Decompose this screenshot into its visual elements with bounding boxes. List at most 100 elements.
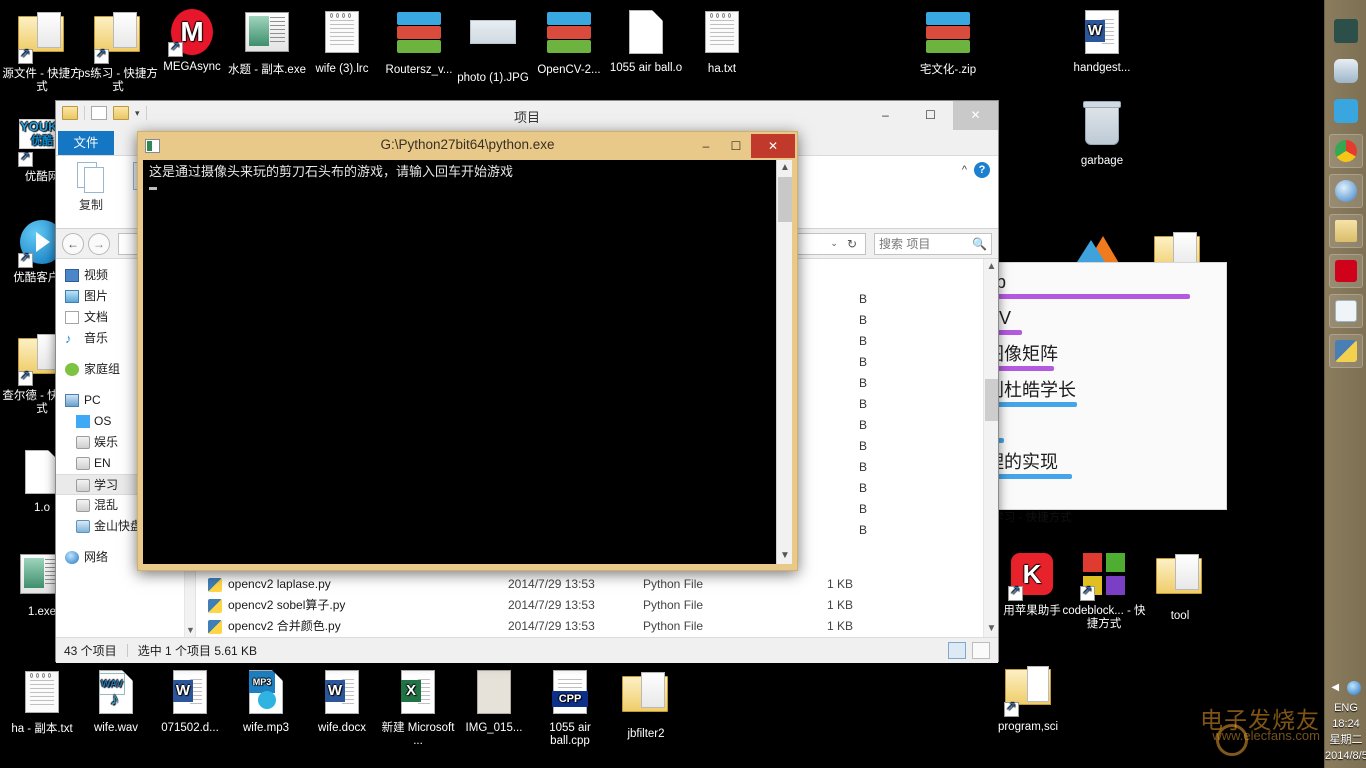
close-button[interactable]: ✕	[751, 134, 795, 158]
file-name-text: opencv2 合并颜色.py	[228, 616, 341, 637]
table-row[interactable]: opencv2 sobel算子.py 2014/7/29 13:53 Pytho…	[196, 595, 998, 616]
forward-button[interactable]: →	[88, 233, 110, 255]
console-title-bar[interactable]: G:\Python27bit64\python.exe – ☐ ✕	[138, 132, 797, 160]
obscured-size-column: BBBBBBBBBBBB	[859, 289, 867, 541]
desktop-icon-label: wife (3).lrc	[300, 63, 384, 76]
sidebar-item-label: 文档	[84, 310, 108, 324]
note-window[interactable]: ab CV 图像矩阵 刘杜皓学长 ] 理的实现	[977, 262, 1227, 510]
console-window-buttons[interactable]: – ☐ ✕	[691, 134, 795, 158]
desktop-icon[interactable]: Routersz_v...	[377, 8, 461, 77]
console-window[interactable]: G:\Python27bit64\python.exe – ☐ ✕ 这是通过摄像…	[137, 131, 798, 571]
desktop-icon[interactable]: jbfilter2	[604, 668, 688, 741]
folder-shortcut-icon	[94, 16, 142, 64]
clock-date[interactable]: 2014/8/5	[1325, 748, 1366, 764]
contacts-icon[interactable]	[1329, 94, 1363, 128]
chrome-icon[interactable]	[1329, 134, 1363, 168]
acrobat-reader-icon[interactable]	[1329, 254, 1363, 288]
divider	[127, 644, 128, 657]
desktop-icon[interactable]: ha.txt	[680, 8, 764, 76]
tray-icons[interactable]: ◀	[1325, 679, 1366, 697]
large-icons-view-icon[interactable]	[972, 642, 990, 659]
minimize-button[interactable]: –	[691, 134, 721, 158]
chevron-down-icon[interactable]: ⌄	[825, 238, 843, 249]
file-type-cell: Python File	[643, 595, 773, 616]
desktop-icon-label: Routersz_v...	[377, 64, 461, 77]
desktop-icon[interactable]: garbage	[1060, 100, 1144, 168]
status-bar: 43 个项目 选中 1 个项目 5.61 KB	[56, 637, 998, 663]
mouse-tool-icon[interactable]	[1329, 54, 1363, 88]
scrollbar-thumb[interactable]	[985, 379, 998, 421]
blank-file-icon	[622, 10, 670, 58]
clock-time[interactable]: 18:24	[1325, 716, 1366, 732]
taskbar[interactable]: ◀ ENG 18:24 星期二 2014/8/5	[1324, 0, 1366, 768]
desktop-icon[interactable]: MP3 wife.mp3	[224, 668, 308, 735]
console-scrollbar[interactable]: ▲ ▼	[776, 160, 792, 564]
minimize-button[interactable]: –	[863, 101, 908, 130]
tab-file[interactable]: 文件	[58, 131, 114, 155]
help-icon[interactable]: ?	[974, 162, 990, 178]
console-content[interactable]: 这是通过摄像头来玩的剪刀石头布的游戏，请输入回车开始游戏 ▲ ▼	[143, 160, 792, 564]
copy-button[interactable]: 复制	[64, 160, 118, 213]
scroll-down-icon[interactable]: ▼	[985, 621, 998, 637]
desktop-icon[interactable]: ha - 副本.txt	[0, 668, 84, 736]
clock-weekday[interactable]: 星期二	[1325, 732, 1366, 748]
desktop-icon-label: ha - 副本.txt	[0, 723, 84, 736]
text-tool-icon[interactable]	[1329, 14, 1363, 48]
close-button[interactable]: ✕	[953, 101, 998, 130]
screen: 源文件 - 快捷方式 ps练习 - 快捷方式 M MEGAsync 水题 - 副…	[0, 0, 1366, 768]
view-mode-buttons[interactable]	[948, 642, 990, 659]
desktop-icon-label: ps练习 - 快捷方式	[76, 68, 160, 94]
desktop-icon-label: MEGAsync	[150, 61, 234, 74]
desktop-icon[interactable]: M MEGAsync	[150, 8, 234, 74]
desktop-icon[interactable]: W 071502.d...	[148, 668, 232, 735]
desktop-icon[interactable]: photo (1).JPG	[451, 8, 535, 85]
sidebar-item-label: 混乱	[94, 498, 118, 512]
file-explorer-icon[interactable]	[1329, 214, 1363, 248]
sidebar-item-label: 视频	[84, 268, 108, 282]
text-file-icon	[18, 671, 66, 719]
desktop-icon[interactable]: tool	[1138, 550, 1222, 623]
python-icon[interactable]	[1329, 334, 1363, 368]
details-view-icon[interactable]	[948, 642, 966, 659]
scroll-up-icon[interactable]: ▲	[985, 259, 998, 275]
search-input[interactable]: 搜索 项目 🔍	[874, 233, 992, 255]
desktop-icon[interactable]: 1055 air ball.o	[604, 8, 688, 75]
desktop-icon[interactable]: IMG_015...	[452, 668, 536, 735]
desktop-icon-label: 新建 Microsoft ...	[376, 722, 460, 748]
table-row[interactable]: opencv2 laplase.py 2014/7/29 13:53 Pytho…	[196, 574, 998, 595]
collapse-ribbon-icon[interactable]: ^	[962, 164, 967, 176]
desktop-icon[interactable]: W wife.docx	[300, 668, 384, 735]
desktop-icon[interactable]: CPP 1055 air ball.cpp	[528, 668, 612, 748]
language-indicator[interactable]: ENG	[1325, 700, 1366, 716]
desktop-icon[interactable]: WAV♪ wife.wav	[74, 668, 158, 735]
scrollbar-thumb[interactable]	[778, 177, 792, 222]
desktop-icon[interactable]: 源文件 - 快捷方式	[0, 8, 84, 94]
network-icon[interactable]	[1347, 681, 1361, 695]
system-tray[interactable]: ◀ ENG 18:24 星期二 2014/8/5	[1325, 679, 1366, 764]
refresh-icon[interactable]: ↻	[843, 237, 861, 251]
maximize-button[interactable]: ☐	[721, 134, 751, 158]
desktop-icon[interactable]: program,sci	[986, 662, 1070, 734]
explorer-title-bar[interactable]: ▾ 项目 – ☐ ✕	[56, 101, 998, 131]
ribbon-help-group[interactable]: ^ ?	[962, 162, 990, 178]
desktop-icon[interactable]: ps练习 - 快捷方式	[76, 8, 160, 94]
desktop-icon[interactable]: wife (3).lrc	[300, 8, 384, 76]
desktop-icon[interactable]: codeblock... - 快捷方式	[1062, 550, 1146, 631]
desktop-icon[interactable]: W handgest...	[1060, 8, 1144, 75]
table-row[interactable]: opencv2 合并颜色.py 2014/7/29 13:53 Python F…	[196, 616, 998, 637]
explorer-window-buttons[interactable]: – ☐ ✕	[863, 101, 998, 130]
desktop-icon[interactable]: X 新建 Microsoft ...	[376, 668, 460, 748]
desktop-icon[interactable]: OpenCV-2...	[527, 8, 611, 77]
notepad-icon[interactable]	[1329, 294, 1363, 328]
browser-icon[interactable]	[1329, 174, 1363, 208]
file-list-scrollbar[interactable]: ▲ ▼	[983, 259, 998, 637]
hidden-icons-chevron[interactable]: ◀	[1331, 682, 1339, 693]
sidebar-item-label: 网络	[84, 550, 108, 564]
scroll-down-icon[interactable]: ▼	[778, 548, 792, 564]
maximize-button[interactable]: ☐	[908, 101, 953, 130]
desktop-icon[interactable]: 宅文化-.zip	[906, 8, 990, 77]
desktop-icon[interactable]: 水题 - 副本.exe	[225, 8, 309, 77]
back-button[interactable]: ←	[62, 233, 84, 255]
scroll-down-icon[interactable]: ▼	[186, 623, 195, 637]
scroll-up-icon[interactable]: ▲	[778, 160, 792, 176]
